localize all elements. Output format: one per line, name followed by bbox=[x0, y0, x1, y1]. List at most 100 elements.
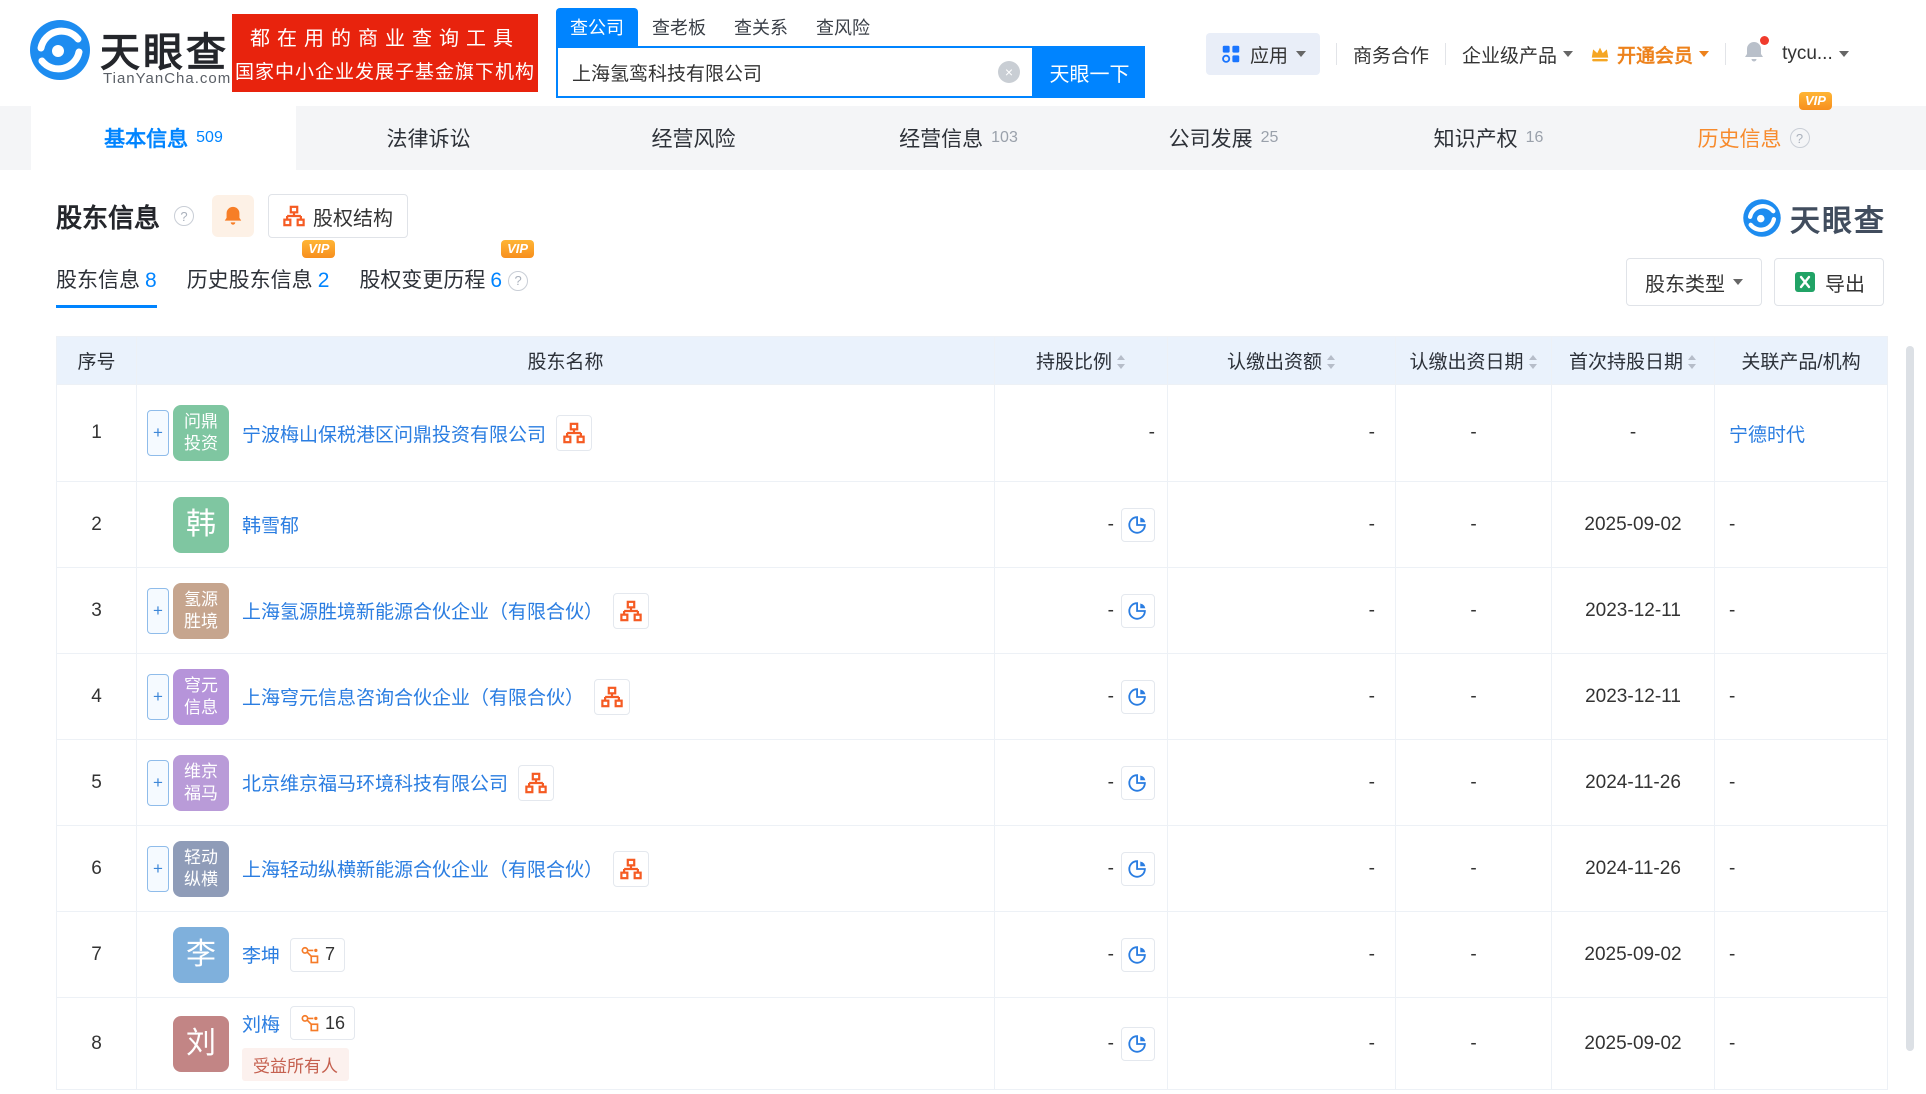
export-button[interactable]: 导出 bbox=[1774, 258, 1884, 306]
open-vip-label: 开通会员 bbox=[1617, 41, 1693, 68]
first-holding-date-value: 2025-09-02 bbox=[1552, 912, 1715, 998]
enterprise-label: 企业级产品 bbox=[1462, 41, 1557, 68]
tab-count: 103 bbox=[991, 129, 1018, 147]
equity-structure-button[interactable]: 股权结构 bbox=[268, 194, 408, 238]
col-label: 首次持股日期 bbox=[1569, 352, 1683, 373]
related-product-link: - bbox=[1729, 858, 1735, 879]
help-icon[interactable]: ? bbox=[174, 206, 194, 226]
row-number: 5 bbox=[57, 740, 137, 826]
shareholder-name-link[interactable]: 李坤 bbox=[242, 941, 280, 968]
monitor-bell-button[interactable] bbox=[212, 195, 254, 237]
pie-chart-icon-button[interactable] bbox=[1121, 1027, 1155, 1061]
pie-chart-icon-button[interactable] bbox=[1121, 766, 1155, 800]
pie-chart-icon-button[interactable] bbox=[1121, 680, 1155, 714]
pie-chart-icon-button[interactable] bbox=[1121, 508, 1155, 542]
user-menu[interactable]: tycu... bbox=[1782, 43, 1849, 65]
subtab-history-shareholders[interactable]: 历史股东信息2 VIP bbox=[187, 264, 330, 308]
shareholder-avatar: 穹元 信息 bbox=[173, 669, 229, 725]
relation-graph-icon bbox=[300, 1013, 320, 1033]
expand-button[interactable]: + bbox=[147, 846, 169, 892]
relation-count-badge[interactable]: 7 bbox=[290, 938, 345, 972]
org-chart-icon bbox=[601, 686, 623, 708]
tianyancha-logo-icon bbox=[1742, 198, 1782, 238]
pie-chart-icon-button[interactable] bbox=[1121, 938, 1155, 972]
share-ratio-value: - bbox=[1108, 944, 1114, 966]
first-holding-date-value: 2025-09-02 bbox=[1552, 482, 1715, 568]
tab-intellectual-property[interactable]: 知识产权 16 bbox=[1356, 106, 1621, 170]
search-tab-company[interactable]: 查公司 bbox=[556, 8, 638, 46]
nav-business-cooperation[interactable]: 商务合作 bbox=[1353, 41, 1429, 68]
clear-icon[interactable]: × bbox=[998, 61, 1020, 83]
related-product-link[interactable]: 宁德时代 bbox=[1729, 425, 1805, 446]
expand-button[interactable]: + bbox=[147, 760, 169, 806]
equity-chart-icon-button[interactable] bbox=[556, 415, 592, 451]
equity-chart-icon-button[interactable] bbox=[613, 593, 649, 629]
sort-icon[interactable] bbox=[1117, 355, 1126, 369]
subscribed-amount-value: - bbox=[1168, 826, 1396, 912]
shareholder-name-link[interactable]: 韩雪郁 bbox=[242, 511, 299, 538]
promo-line2: 国家中小企业发展子基金旗下机构 bbox=[235, 57, 535, 84]
sort-icon[interactable] bbox=[1688, 355, 1697, 369]
share-ratio-value: - bbox=[1108, 1033, 1114, 1055]
pie-chart-icon bbox=[1127, 1033, 1149, 1055]
section-header: 股东信息 ? 股权结构 bbox=[56, 194, 408, 238]
shareholder-name-link[interactable]: 上海氢源胜境新能源合伙企业（有限合伙） bbox=[242, 597, 603, 624]
subtab-shareholders[interactable]: 股东信息8 bbox=[56, 264, 157, 308]
vertical-scrollbar[interactable] bbox=[1906, 346, 1914, 1051]
shareholder-type-label: 股东类型 bbox=[1645, 268, 1725, 297]
equity-chart-icon-button[interactable] bbox=[594, 679, 630, 715]
search-input[interactable] bbox=[558, 61, 998, 83]
main-content: 股东信息 ? 股权结构 天眼查 股东信息8 历史股东信息2 VIP 股权变更历程… bbox=[0, 170, 1926, 1094]
excel-icon bbox=[1793, 270, 1817, 294]
tab-operating-risk[interactable]: 经营风险 bbox=[561, 106, 826, 170]
tab-operating-info[interactable]: 经营信息 103 bbox=[826, 106, 1091, 170]
search-tab-relation[interactable]: 查关系 bbox=[720, 8, 802, 46]
tab-company-development[interactable]: 公司发展 25 bbox=[1091, 106, 1356, 170]
search-button[interactable]: 天眼一下 bbox=[1034, 46, 1145, 98]
pie-chart-icon bbox=[1127, 600, 1149, 622]
pie-chart-icon-button[interactable] bbox=[1121, 852, 1155, 886]
sort-icon[interactable] bbox=[1327, 355, 1336, 369]
table-toolbar: 股东类型 导出 bbox=[1626, 258, 1884, 306]
shareholder-name-link[interactable]: 上海穹元信息咨询合伙企业（有限合伙） bbox=[242, 683, 584, 710]
first-holding-date-value: 2023-12-11 bbox=[1552, 654, 1715, 740]
share-ratio-value: - bbox=[1108, 514, 1114, 536]
tianyancha-logo[interactable] bbox=[28, 18, 92, 82]
nav-open-vip[interactable]: 开通会员 bbox=[1589, 41, 1709, 68]
expand-button[interactable]: + bbox=[147, 588, 169, 634]
tab-basic-info[interactable]: 基本信息 509 bbox=[31, 106, 296, 170]
subtab-equity-change-history[interactable]: 股权变更历程6? VIP bbox=[359, 264, 528, 308]
subscribed-amount-value: - bbox=[1168, 568, 1396, 654]
share-ratio-value: - bbox=[1108, 600, 1114, 622]
equity-chart-icon-button[interactable] bbox=[518, 765, 554, 801]
expand-button[interactable]: + bbox=[147, 410, 169, 456]
expand-button[interactable]: + bbox=[147, 674, 169, 720]
search-tab-risk[interactable]: 查风险 bbox=[802, 8, 884, 46]
tab-label: 经营风险 bbox=[652, 123, 736, 153]
col-related-products: 关联产品/机构 bbox=[1715, 337, 1888, 385]
tab-label: 法律诉讼 bbox=[387, 123, 471, 153]
sort-icon[interactable] bbox=[1529, 355, 1538, 369]
pie-chart-icon-button[interactable] bbox=[1121, 594, 1155, 628]
tab-history-info[interactable]: 历史信息 ? VIP bbox=[1621, 106, 1886, 170]
vip-badge: VIP bbox=[501, 240, 534, 258]
apps-menu[interactable]: 应用 bbox=[1206, 33, 1320, 75]
shareholder-name-link[interactable]: 刘梅 bbox=[242, 1010, 280, 1037]
shareholder-avatar: 刘 bbox=[173, 1016, 229, 1072]
nav-enterprise-products[interactable]: 企业级产品 bbox=[1462, 41, 1573, 68]
row-number: 7 bbox=[57, 912, 137, 998]
shareholder-name-link[interactable]: 北京维京福马环境科技有限公司 bbox=[242, 769, 508, 796]
shareholder-name-link[interactable]: 上海轻动纵横新能源合伙企业（有限合伙） bbox=[242, 855, 603, 882]
subscribed-date-value: - bbox=[1396, 385, 1552, 482]
shareholder-name-link[interactable]: 宁波梅山保税港区问鼎投资有限公司 bbox=[242, 420, 546, 447]
share-ratio-value: - bbox=[1108, 772, 1114, 794]
tab-legal-proceedings[interactable]: 法律诉讼 bbox=[296, 106, 561, 170]
relation-count-badge[interactable]: 16 bbox=[290, 1006, 355, 1040]
table-row: 1 + 问鼎 投资 宁波梅山保税港区问鼎投资有限公司 bbox=[57, 385, 1888, 482]
help-icon[interactable]: ? bbox=[508, 271, 528, 291]
help-icon[interactable]: ? bbox=[1790, 128, 1810, 148]
equity-chart-icon-button[interactable] bbox=[613, 851, 649, 887]
shareholder-type-filter[interactable]: 股东类型 bbox=[1626, 258, 1762, 306]
search-tab-boss[interactable]: 查老板 bbox=[638, 8, 720, 46]
notification-bell[interactable] bbox=[1742, 40, 1766, 69]
